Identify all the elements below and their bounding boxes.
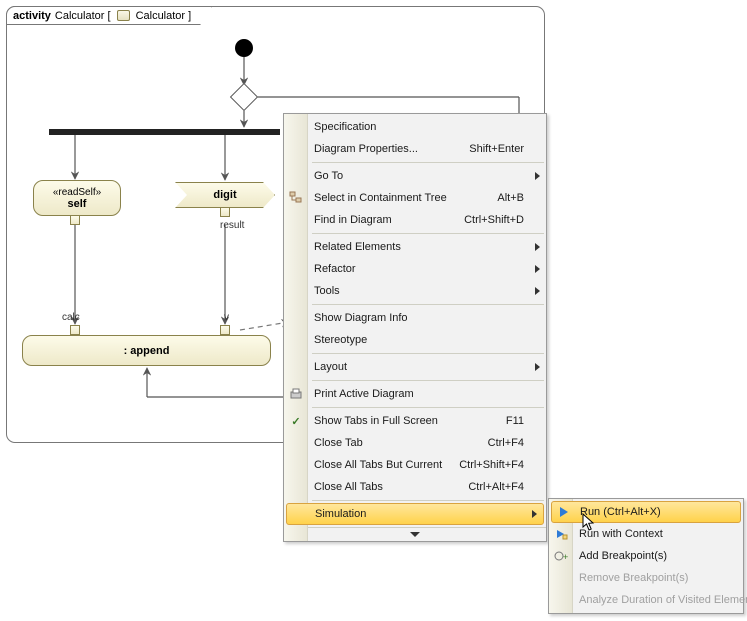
menu-item-related[interactable]: Related Elements (284, 236, 546, 258)
menu-item-label: Go To (314, 170, 343, 182)
readself-action[interactable]: «readSelf» self (33, 180, 121, 216)
menu-item-label: Find in Diagram (314, 214, 392, 226)
menu-item-label: Diagram Properties... (314, 143, 418, 155)
menu-item-label: Refactor (314, 263, 356, 275)
menu-item-find-in-diagram[interactable]: Find in Diagram Ctrl+Shift+D (284, 209, 546, 231)
readself-name: self (34, 198, 120, 210)
submenu-item-label: Run with Context (579, 528, 663, 540)
append-calc-pin[interactable] (70, 325, 80, 335)
runctx-icon (553, 526, 569, 542)
v-pin-label: v (224, 312, 229, 323)
menu-item-select-tree[interactable]: Select in Containment Tree Alt+B (284, 187, 546, 209)
append-v-pin[interactable] (220, 325, 230, 335)
print-icon (288, 386, 304, 402)
menu-item-label: Close All Tabs (314, 481, 383, 493)
submenu-item-remove-bp: Remove Breakpoint(s) (549, 567, 743, 589)
submenu-item-analyze: Analyze Duration of Visited Elements (549, 589, 743, 611)
menu-item-label: Specification (314, 121, 376, 133)
menu-item-label: Show Tabs in Full Screen (314, 415, 438, 427)
decision-node[interactable] (230, 83, 258, 111)
menu-item-specification[interactable]: Specification (284, 116, 546, 138)
digit-result-pin[interactable] (220, 207, 230, 217)
menu-item-shortcut: Alt+B (497, 192, 524, 204)
submenu-item-label: Analyze Duration of Visited Elements (579, 594, 747, 606)
diagram-title-left: Calculator [ (55, 10, 111, 22)
menu-separator (312, 162, 544, 163)
digit-parameter[interactable]: digit (175, 182, 275, 208)
menu-scroll-down[interactable] (284, 527, 546, 541)
append-action[interactable]: : append (22, 335, 271, 366)
menu-item-label: Print Active Diagram (314, 388, 414, 400)
menu-item-shortcut: F11 (506, 415, 524, 427)
submenu-item-label: Add Breakpoint(s) (579, 550, 667, 562)
menu-item-label: Simulation (315, 508, 366, 520)
menu-item-label: Stereotype (314, 334, 367, 346)
menu-item-shortcut: Ctrl+Shift+F4 (459, 459, 524, 471)
check-icon: ✓ (288, 413, 304, 429)
initial-node[interactable] (235, 39, 253, 57)
menu-item-goto[interactable]: Go To (284, 165, 546, 187)
menu-item-show-diag-info[interactable]: Show Diagram Info (284, 307, 546, 329)
submenu-item-label: Run (Ctrl+Alt+X) (580, 506, 661, 518)
submenu-item-label: Remove Breakpoint(s) (579, 572, 688, 584)
menu-separator (312, 407, 544, 408)
menu-item-simulation[interactable]: Simulation (286, 503, 544, 525)
submenu-arrow-icon (535, 287, 540, 295)
submenu-arrow-icon (535, 243, 540, 251)
diagram-title-tab: activity Calculator [ Calculator ] (6, 6, 212, 25)
menu-item-label: Show Diagram Info (314, 312, 408, 324)
result-pin-label: result (220, 220, 244, 231)
menu-separator (312, 233, 544, 234)
menu-separator (312, 380, 544, 381)
simulation-submenu[interactable]: Run (Ctrl+Alt+X) Run with Context + Add Bre… (548, 498, 744, 614)
menu-item-stereotype[interactable]: Stereotype (284, 329, 546, 351)
menu-separator (312, 304, 544, 305)
menu-item-label: Close All Tabs But Current (314, 459, 442, 471)
menu-item-close-tab[interactable]: Close Tab Ctrl+F4 (284, 432, 546, 454)
diagram-title-right: Calculator ] (136, 10, 192, 22)
menu-item-tools[interactable]: Tools (284, 280, 546, 302)
run-icon (556, 504, 572, 520)
menu-item-layout[interactable]: Layout (284, 356, 546, 378)
submenu-arrow-icon (535, 172, 540, 180)
menu-item-refactor[interactable]: Refactor (284, 258, 546, 280)
append-label: : append (23, 345, 270, 357)
menu-item-shortcut: Ctrl+F4 (488, 437, 524, 449)
menu-item-label: Select in Containment Tree (314, 192, 447, 204)
readself-output-pin[interactable] (70, 215, 80, 225)
context-menu[interactable]: Specification Diagram Properties... Shift+… (283, 113, 547, 542)
menu-item-close-others[interactable]: Close All Tabs But Current Ctrl+Shift+F4 (284, 454, 546, 476)
menu-item-shortcut: Shift+Enter (469, 143, 524, 155)
digit-label: digit (213, 189, 236, 201)
readself-stereotype: «readSelf» (34, 187, 120, 198)
submenu-item-run[interactable]: Run (Ctrl+Alt+X) (551, 501, 741, 523)
menu-item-shortcut: Ctrl+Shift+D (464, 214, 524, 226)
menu-item-label: Related Elements (314, 241, 401, 253)
fork-bar[interactable] (49, 129, 280, 135)
menu-item-print[interactable]: Print Active Diagram (284, 383, 546, 405)
menu-item-shortcut: Ctrl+Alt+F4 (468, 481, 524, 493)
menu-item-label: Close Tab (314, 437, 363, 449)
submenu-arrow-icon (535, 265, 540, 273)
menu-item-diagram-properties[interactable]: Diagram Properties... Shift+Enter (284, 138, 546, 160)
menu-separator (312, 500, 544, 501)
submenu-arrow-icon (535, 363, 540, 371)
submenu-arrow-icon (532, 510, 537, 518)
menu-separator (312, 353, 544, 354)
submenu-item-add-bp[interactable]: + Add Breakpoint(s) (549, 545, 743, 567)
menu-item-label: Layout (314, 361, 347, 373)
tree-icon (288, 190, 304, 206)
calc-pin-label: calc (62, 312, 80, 323)
svg-text:+: + (563, 552, 568, 562)
diagram-keyword: activity (13, 10, 51, 22)
menu-item-label: Tools (314, 285, 340, 297)
menu-item-fulltabs[interactable]: ✓ Show Tabs in Full Screen F11 (284, 410, 546, 432)
calculator-icon (117, 10, 130, 21)
submenu-item-run-context[interactable]: Run with Context (549, 523, 743, 545)
menu-item-close-all[interactable]: Close All Tabs Ctrl+Alt+F4 (284, 476, 546, 498)
bpadd-icon: + (553, 548, 569, 564)
